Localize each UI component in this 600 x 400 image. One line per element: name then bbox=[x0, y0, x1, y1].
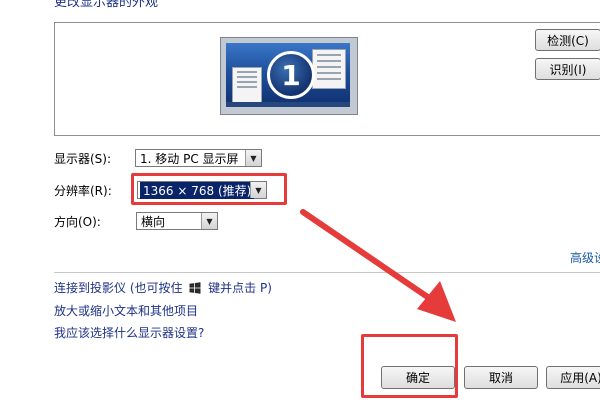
resolution-label: 分辨率(R): bbox=[54, 184, 112, 198]
orientation-select[interactable]: 横向 ▼ bbox=[136, 212, 218, 230]
connect-projector-link[interactable]: 连接到投影仪 (也可按住 键并点击 P) bbox=[54, 279, 272, 296]
window-thumbnail-icon bbox=[312, 49, 346, 89]
divider bbox=[54, 272, 600, 273]
window-thumbnail-icon bbox=[232, 67, 262, 103]
display-select[interactable]: 1. 移动 PC 显示屏 ▼ bbox=[135, 149, 262, 167]
advanced-settings-link[interactable]: 高级设置 bbox=[570, 249, 600, 266]
monitor-screen: 1 bbox=[226, 43, 350, 107]
cancel-button[interactable]: 取消 bbox=[464, 366, 538, 389]
chevron-down-icon[interactable]: ▼ bbox=[201, 213, 217, 229]
taskbar bbox=[226, 102, 350, 107]
identify-button[interactable]: 识别(I) bbox=[535, 58, 600, 80]
orientation-label: 方向(O): bbox=[54, 215, 101, 229]
page-heading: 更改显示器的外观 bbox=[54, 0, 159, 10]
annotation-highlight-resolution bbox=[131, 173, 287, 205]
projector-link-suffix: 键并点击 P) bbox=[208, 281, 272, 295]
projector-link-prefix: 连接到投影仪 (也可按住 bbox=[54, 281, 183, 295]
monitor-thumbnail[interactable]: 1 bbox=[220, 37, 358, 115]
annotation-highlight-ok bbox=[361, 334, 458, 398]
display-select-value: 1. 移动 PC 显示屏 bbox=[140, 151, 239, 166]
display-label: 显示器(S): bbox=[54, 152, 112, 166]
chevron-down-icon[interactable]: ▼ bbox=[245, 150, 261, 166]
apply-button[interactable]: 应用(A) bbox=[546, 366, 600, 389]
text-size-link[interactable]: 放大或缩小文本和其他项目 bbox=[54, 302, 198, 319]
display-settings-help-link[interactable]: 我应该选择什么显示器设置? bbox=[54, 324, 204, 341]
monitor-number-badge: 1 bbox=[267, 51, 315, 99]
windows-logo-icon bbox=[189, 282, 201, 294]
detect-button[interactable]: 检测(C) bbox=[535, 29, 600, 51]
orientation-select-value: 横向 bbox=[141, 214, 166, 229]
